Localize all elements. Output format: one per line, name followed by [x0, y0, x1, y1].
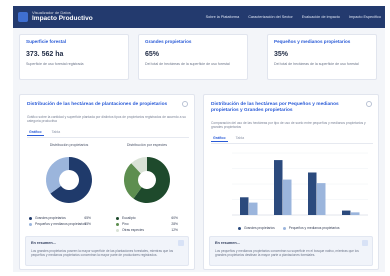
kpi-card-forest-area: Superficie forestal 373. 562 ha Superfic…: [19, 34, 129, 80]
legend-label: Pino: [122, 222, 129, 226]
legend-item: Pequeños y medianos propietarios: [282, 225, 340, 231]
legend-swatch: [238, 226, 241, 230]
expand-icon[interactable]: [362, 240, 368, 246]
bar[interactable]: [274, 160, 283, 215]
legend-item: Otras especies 12%: [116, 227, 178, 233]
kpi-description: Del total de hectáreas de la superficie …: [145, 62, 230, 66]
legend-value: 12%: [171, 228, 178, 232]
app-subtitle: Visualizador de Datos: [32, 10, 71, 16]
bar[interactable]: [283, 179, 292, 215]
legend-label: Eucalipto: [122, 216, 136, 220]
kpi-description: Superficie de uso forestal registrada: [26, 62, 84, 66]
legend-label: Grandes propietarios: [35, 216, 66, 220]
summary-title: En resumen...: [215, 241, 240, 245]
nav-item-about[interactable]: Sobre la Plataforma: [206, 15, 240, 19]
summary-text: Los pequeños y medianos propietarios con…: [215, 249, 359, 258]
kpi-card-large-owners: Grandes propietarios 65% Del total de he…: [138, 34, 248, 80]
top-bar: Visualizador de Datos Impacto Productivo…: [13, 6, 385, 28]
kpi-label: Pequeños y medianos propietarios: [274, 39, 351, 44]
summary-box: En resumen... Los grandes propietarios p…: [25, 236, 189, 266]
summary-box: En resumen... Los pequeños y medianos pr…: [209, 236, 373, 266]
legend-value: 28%: [171, 222, 178, 226]
legend-label: Pequeños y medianos propietarios: [35, 222, 86, 226]
bar[interactable]: [342, 210, 351, 215]
legend-value: 35%: [84, 222, 91, 226]
kpi-card-small-owners: Pequeños y medianos propietarios 35% Del…: [267, 34, 377, 80]
kpi-label: Superficie forestal: [26, 39, 67, 44]
summary-title: En resumen...: [31, 241, 56, 245]
legend-swatch: [116, 228, 119, 232]
pie-slice[interactable]: [46, 157, 69, 194]
legend-value: 60%: [171, 216, 178, 220]
bar[interactable]: [249, 202, 258, 215]
nav-item-evaluation[interactable]: Evaluación de impacto: [302, 15, 340, 19]
kpi-value: 65%: [145, 51, 160, 58]
kpi-label: Grandes propietarios: [145, 39, 192, 44]
legend-label: Grandes propietarios: [244, 226, 275, 230]
legend-value: 65%: [84, 216, 91, 220]
summary-text: Los grandes propietarios poseen la mayor…: [31, 249, 174, 258]
legend-swatch: [29, 222, 32, 226]
legend-item: Pequeños y medianos propietarios 35%: [29, 221, 91, 227]
panel-owner-comparison: Distribución de las hectáreas por Pequeñ…: [203, 94, 379, 270]
dashboard: Visualizador de Datos Impacto Productivo…: [13, 6, 385, 272]
bar[interactable]: [308, 172, 317, 215]
legend-label: Otras especies: [122, 228, 144, 232]
kpi-value: 35%: [274, 51, 289, 58]
main-nav: Sobre la Plataforma Caracterización del …: [206, 6, 381, 28]
bar[interactable]: [317, 183, 326, 215]
app-title: Visualizador de Datos Impacto Productivo: [32, 11, 93, 23]
bar-legend: Grandes propietarios Pequeños y medianos…: [238, 225, 340, 231]
legend-owners: Grandes propietarios 65% Pequeños y medi…: [29, 215, 91, 227]
bar[interactable]: [240, 197, 249, 215]
legend-label: Pequeños y medianos propietarios: [288, 226, 340, 230]
legend-swatch: [29, 216, 32, 220]
nav-item-impact[interactable]: Impacto Específico: [349, 15, 381, 19]
panel-owner-distribution: Distribución de las hectáreas de plantac…: [19, 94, 195, 270]
legend-swatch: [116, 222, 119, 226]
nav-item-sector[interactable]: Caracterización del Sector: [248, 15, 293, 19]
expand-icon[interactable]: [178, 240, 184, 246]
bar[interactable]: [351, 212, 360, 215]
legend-species: Eucalipto 60% Pino 28% Otras especies 12…: [116, 215, 178, 233]
legend-item: Grandes propietarios: [238, 225, 275, 231]
kpi-value: 373. 562 ha: [26, 51, 64, 58]
legend-swatch: [282, 226, 286, 230]
legend-swatch: [116, 216, 119, 220]
kpi-description: Del total de hectáreas de la superficie …: [274, 62, 359, 66]
app-name: Impacto Productivo: [32, 15, 93, 23]
logo-icon: [18, 12, 28, 22]
